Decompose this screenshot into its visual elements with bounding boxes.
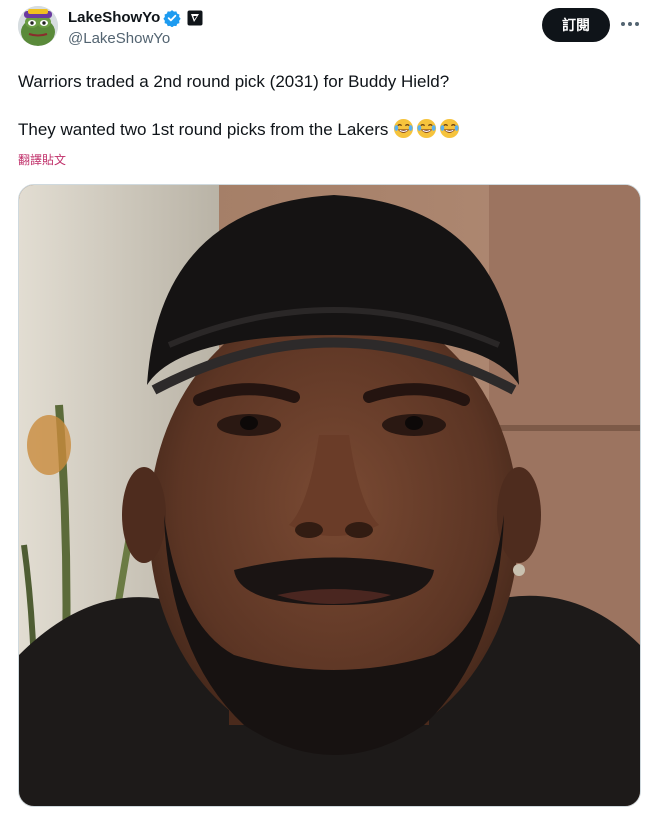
user-block: LakeShowYo @LakeShowYo bbox=[68, 8, 203, 49]
face-with-tears-of-joy-icon bbox=[393, 118, 414, 139]
tweet-card: LakeShowYo @LakeShowYo 訂閱 Warriors trade… bbox=[0, 0, 655, 819]
frog-avatar-icon bbox=[18, 6, 58, 46]
translate-post-link[interactable]: 翻譯貼文 bbox=[18, 151, 66, 168]
face-with-tears-of-joy-icon bbox=[416, 118, 437, 139]
tweet-text: Warriors traded a 2nd round pick (2031) … bbox=[18, 70, 638, 142]
tweet-text-line-2-content: They wanted two 1st round picks from the… bbox=[18, 120, 389, 139]
selfie-portrait-image bbox=[19, 185, 640, 806]
name-row: LakeShowYo bbox=[68, 8, 203, 28]
tweet-text-line-1: Warriors traded a 2nd round pick (2031) … bbox=[18, 72, 450, 91]
display-name[interactable]: LakeShowYo bbox=[68, 8, 160, 28]
emoji-row bbox=[393, 118, 460, 139]
face-with-tears-of-joy-icon bbox=[439, 118, 460, 139]
user-handle[interactable]: @LakeShowYo bbox=[68, 29, 203, 49]
more-icon[interactable] bbox=[618, 12, 642, 36]
affiliation-icon bbox=[187, 10, 203, 26]
tweet-media-photo[interactable] bbox=[18, 184, 641, 807]
tweet-text-line-2: They wanted two 1st round picks from the… bbox=[18, 118, 638, 142]
verified-badge-icon bbox=[163, 9, 181, 28]
subscribe-button[interactable]: 訂閱 bbox=[542, 8, 610, 42]
avatar[interactable] bbox=[18, 6, 58, 46]
